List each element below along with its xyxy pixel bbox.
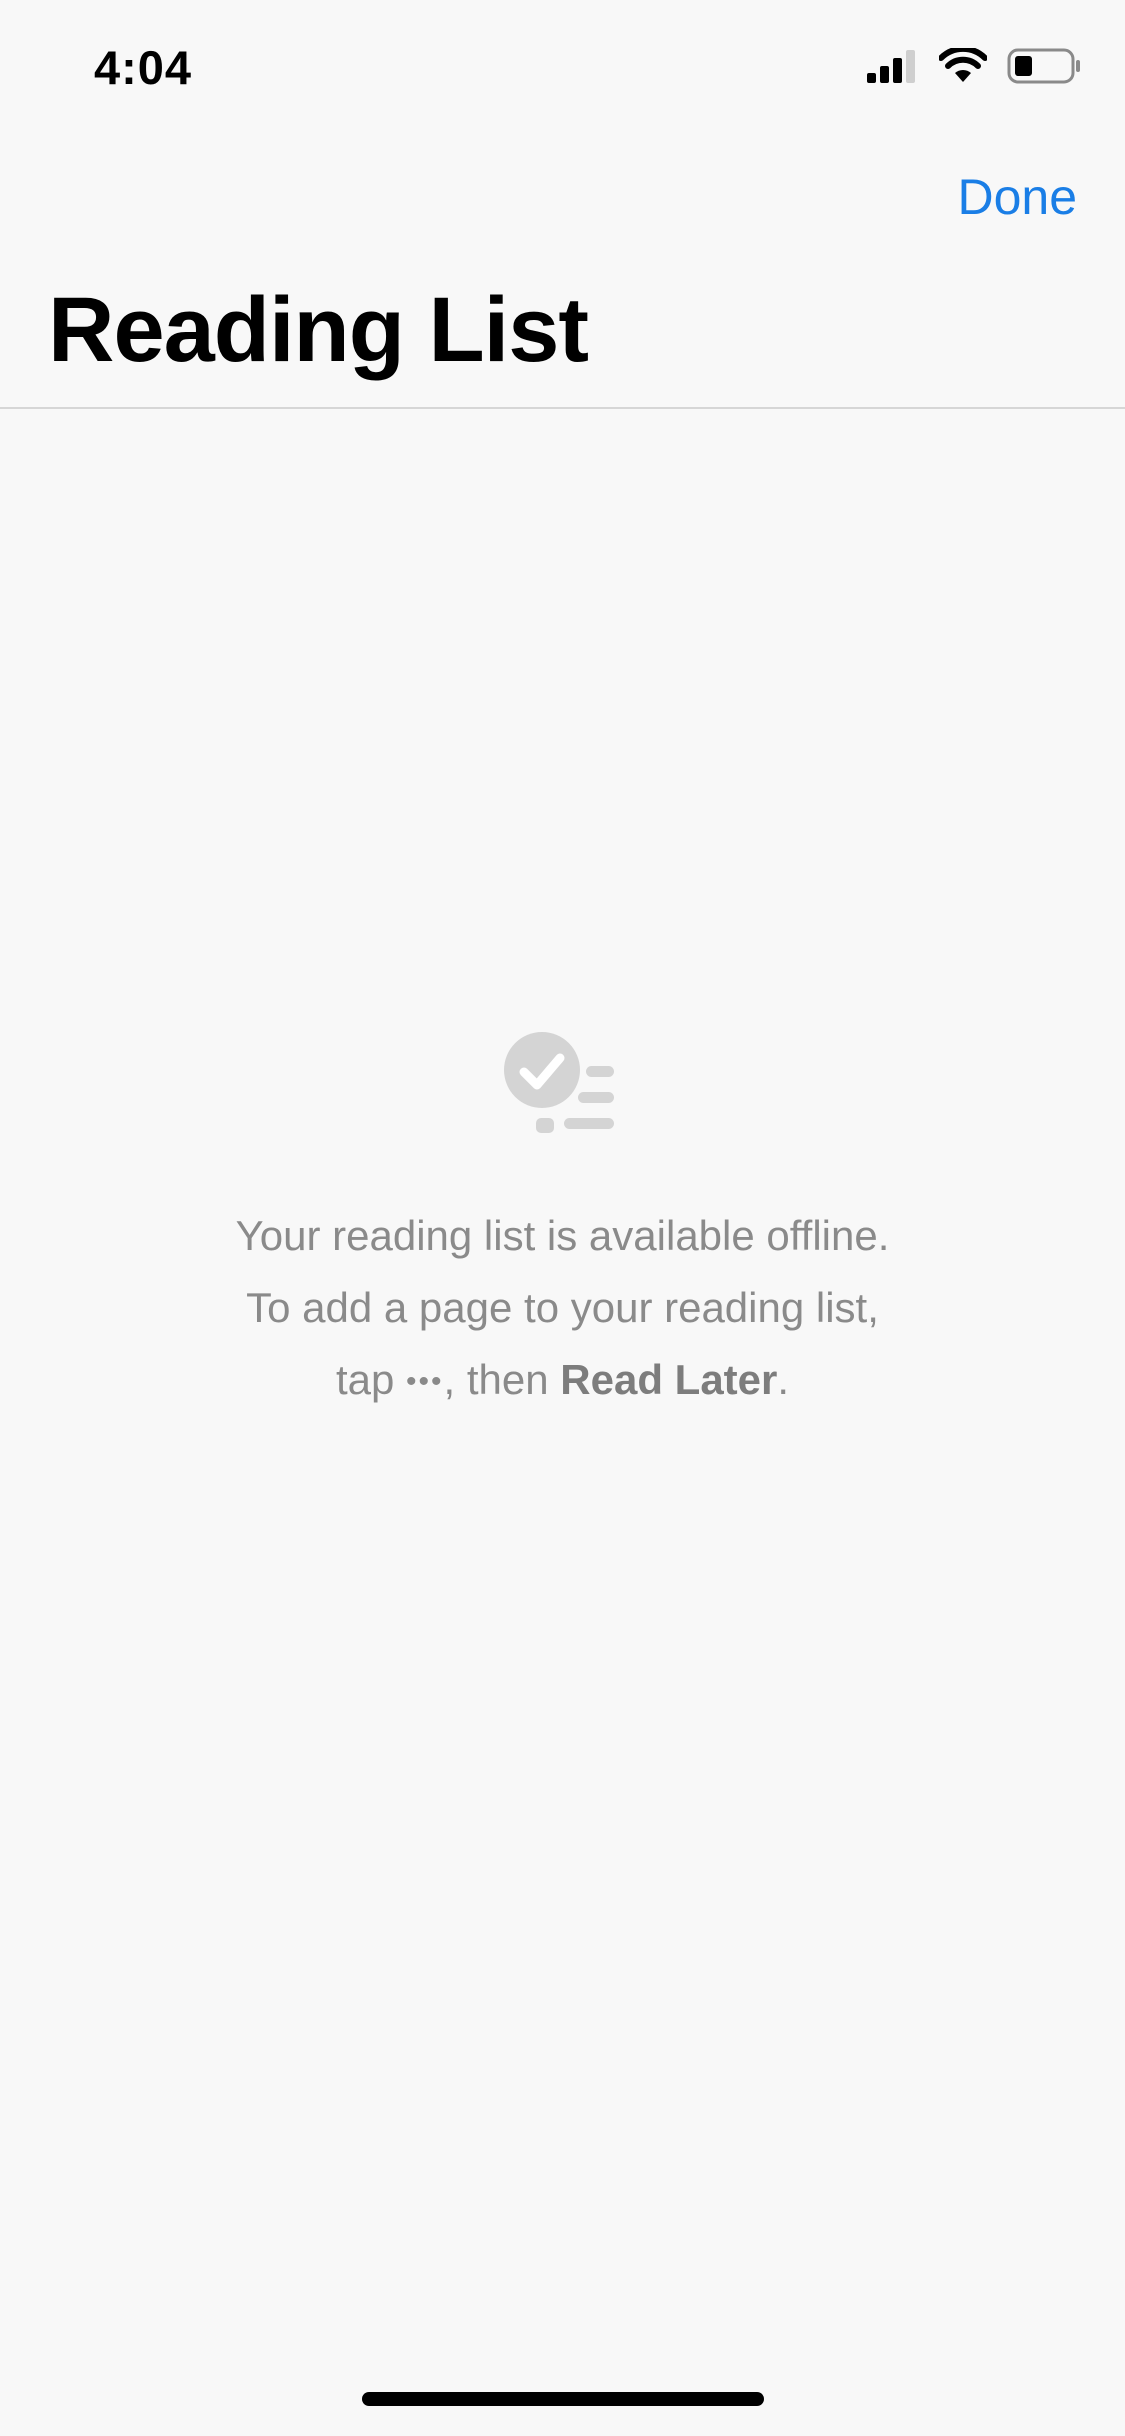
status-icons bbox=[867, 48, 1081, 84]
empty-state-line-2: To add a page to your reading list, bbox=[246, 1284, 879, 1331]
page-title: Reading List bbox=[48, 279, 589, 381]
home-indicator[interactable] bbox=[362, 2392, 764, 2406]
line3-suffix: . bbox=[777, 1356, 790, 1403]
line3-mid: , then bbox=[443, 1356, 561, 1403]
line3-prefix: tap bbox=[335, 1356, 407, 1403]
status-time: 4:04 bbox=[94, 41, 193, 94]
wifi-icon bbox=[939, 48, 987, 82]
reading-list-icon bbox=[504, 1032, 614, 1133]
empty-state-message: Your reading list is available offline. … bbox=[0, 1200, 1125, 1418]
read-later-label: Read Later bbox=[560, 1356, 778, 1403]
done-button[interactable]: Done bbox=[957, 168, 1077, 226]
header-divider bbox=[0, 407, 1125, 409]
status-bar: 4:04 bbox=[0, 0, 1125, 132]
more-dots-icon: ••• bbox=[406, 1365, 444, 1398]
battery-icon bbox=[1007, 48, 1080, 84]
empty-state-line-1: Your reading list is available offline. bbox=[235, 1212, 890, 1259]
cellular-signal-icon bbox=[867, 50, 915, 83]
empty-state-line-3: tap •••, then Read Later. bbox=[0, 1344, 1125, 1418]
